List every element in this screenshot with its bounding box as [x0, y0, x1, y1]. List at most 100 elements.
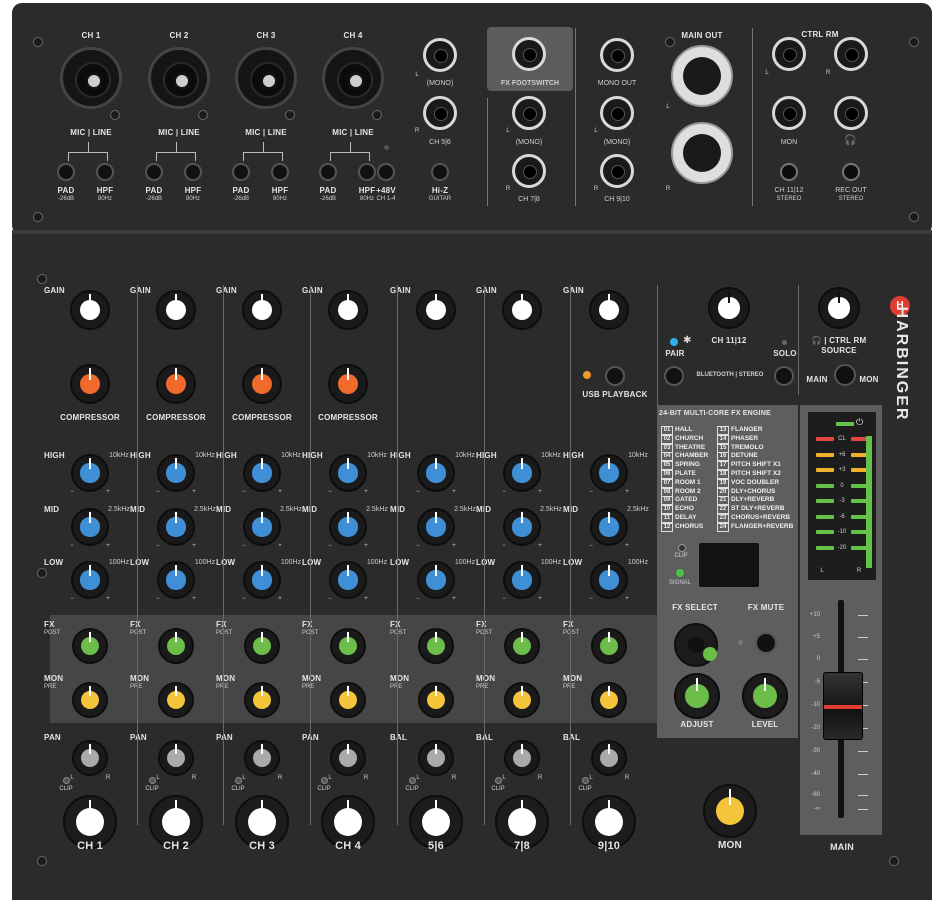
- gain-knob[interactable]: [589, 290, 629, 330]
- low-eq-knob[interactable]: [503, 561, 541, 599]
- high-eq-knob[interactable]: [329, 454, 367, 492]
- pan-knob[interactable]: [72, 740, 108, 776]
- gain-knob[interactable]: [502, 290, 542, 330]
- fx-footswitch-jack[interactable]: [512, 37, 546, 71]
- low-eq-knob[interactable]: [417, 561, 455, 599]
- ch78-r-jack[interactable]: [512, 154, 546, 188]
- pan-label: PAN: [216, 733, 233, 742]
- ctrl-rm-l-jack[interactable]: [772, 37, 806, 71]
- compressor-knob[interactable]: [70, 364, 110, 404]
- ctrl-rm-r-jack[interactable]: [834, 37, 868, 71]
- gain-knob[interactable]: [70, 290, 110, 330]
- pad-button[interactable]: [319, 163, 337, 181]
- usb-playback-button[interactable]: [605, 366, 625, 386]
- main-out-r-xlr[interactable]: [671, 122, 733, 184]
- hpf-button[interactable]: [271, 163, 289, 181]
- combo-xlr-jack[interactable]: [148, 47, 210, 109]
- mid-eq-knob[interactable]: [243, 508, 281, 546]
- combo-xlr-jack[interactable]: [60, 47, 122, 109]
- hiz-button[interactable]: [431, 163, 449, 181]
- low-eq-knob[interactable]: [157, 561, 195, 599]
- balance-knob[interactable]: [591, 740, 627, 776]
- hpf-button[interactable]: [358, 163, 376, 181]
- mon-master-knob[interactable]: [703, 784, 757, 838]
- mon-send-knob[interactable]: [72, 682, 108, 718]
- low-eq-knob[interactable]: [71, 561, 109, 599]
- low-eq-knob[interactable]: [590, 561, 628, 599]
- gain-knob[interactable]: [242, 290, 282, 330]
- fx-send-knob[interactable]: [504, 628, 540, 664]
- gain-knob[interactable]: [416, 290, 456, 330]
- ch56-r-jack[interactable]: [423, 96, 457, 130]
- high-eq-knob[interactable]: [503, 454, 541, 492]
- ctrl-rm-level-knob[interactable]: [818, 287, 860, 329]
- fx-send-knob[interactable]: [418, 628, 454, 664]
- mon-send-knob[interactable]: [244, 682, 280, 718]
- solo-button[interactable]: [774, 366, 794, 386]
- mon-send-knob[interactable]: [591, 682, 627, 718]
- pan-knob[interactable]: [158, 740, 194, 776]
- rec-out-jack[interactable]: [842, 163, 860, 181]
- ch1112-level-knob[interactable]: [708, 287, 750, 329]
- ch1112-in-jack[interactable]: [780, 163, 798, 181]
- high-eq-knob[interactable]: [243, 454, 281, 492]
- ch910-l-jack[interactable]: [600, 96, 634, 130]
- compressor-knob[interactable]: [328, 364, 368, 404]
- gain-knob[interactable]: [328, 290, 368, 330]
- mon-out-jack[interactable]: [772, 96, 806, 130]
- pan-knob[interactable]: [244, 740, 280, 776]
- combo-xlr-jack[interactable]: [235, 47, 297, 109]
- ch78-l-jack[interactable]: [512, 96, 546, 130]
- fx-send-knob[interactable]: [591, 628, 627, 664]
- mon-send-knob[interactable]: [504, 682, 540, 718]
- pad-button[interactable]: [232, 163, 250, 181]
- balance-knob[interactable]: [418, 740, 454, 776]
- high-eq-knob[interactable]: [417, 454, 455, 492]
- mid-eq-knob[interactable]: [71, 508, 109, 546]
- gain-knob[interactable]: [156, 290, 196, 330]
- hpf-button[interactable]: [96, 163, 114, 181]
- pad-button[interactable]: [57, 163, 75, 181]
- fx-level-knob[interactable]: [742, 673, 788, 719]
- main-fader-cap[interactable]: [823, 672, 863, 740]
- mid-eq-knob[interactable]: [157, 508, 195, 546]
- fx-adjust-knob[interactable]: [674, 673, 720, 719]
- fx-send-knob[interactable]: [244, 628, 280, 664]
- headphone-jack[interactable]: [834, 96, 868, 130]
- fx-send-knob[interactable]: [72, 628, 108, 664]
- fx-send-knob[interactable]: [158, 628, 194, 664]
- balance-knob[interactable]: [504, 740, 540, 776]
- high-eq-knob[interactable]: [590, 454, 628, 492]
- main-out-l-xlr[interactable]: [671, 45, 733, 107]
- high-eq-knob[interactable]: [71, 454, 109, 492]
- fx-select-encoder[interactable]: [674, 623, 718, 667]
- compressor-knob[interactable]: [242, 364, 282, 404]
- mon-send-knob[interactable]: [330, 682, 366, 718]
- source-button[interactable]: [834, 364, 856, 386]
- low-eq-knob[interactable]: [243, 561, 281, 599]
- compressor-label: COMPRESSOR: [146, 413, 206, 422]
- bluetooth-icon: ✱: [683, 335, 692, 346]
- pan-knob[interactable]: [330, 740, 366, 776]
- fx-mute-button[interactable]: [755, 632, 777, 654]
- low-eq-knob[interactable]: [329, 561, 367, 599]
- pair-button[interactable]: [664, 366, 684, 386]
- fx-send-knob[interactable]: [330, 628, 366, 664]
- high-eq-knob[interactable]: [157, 454, 195, 492]
- mon-send-knob[interactable]: [158, 682, 194, 718]
- mid-eq-knob[interactable]: [590, 508, 628, 546]
- mid-eq-knob[interactable]: [329, 508, 367, 546]
- mono-out-jack[interactable]: [600, 38, 634, 72]
- hpf-button[interactable]: [184, 163, 202, 181]
- ch56-l-jack[interactable]: [423, 38, 457, 72]
- eq-plus: +: [625, 543, 629, 549]
- pad-button[interactable]: [145, 163, 163, 181]
- pad-sub: -26dB: [145, 196, 162, 202]
- combo-xlr-jack[interactable]: [322, 47, 384, 109]
- ch910-r-jack[interactable]: [600, 154, 634, 188]
- mid-eq-knob[interactable]: [503, 508, 541, 546]
- mid-eq-knob[interactable]: [417, 508, 455, 546]
- phantom-48v-button[interactable]: [377, 163, 395, 181]
- compressor-knob[interactable]: [156, 364, 196, 404]
- mon-send-knob[interactable]: [418, 682, 454, 718]
